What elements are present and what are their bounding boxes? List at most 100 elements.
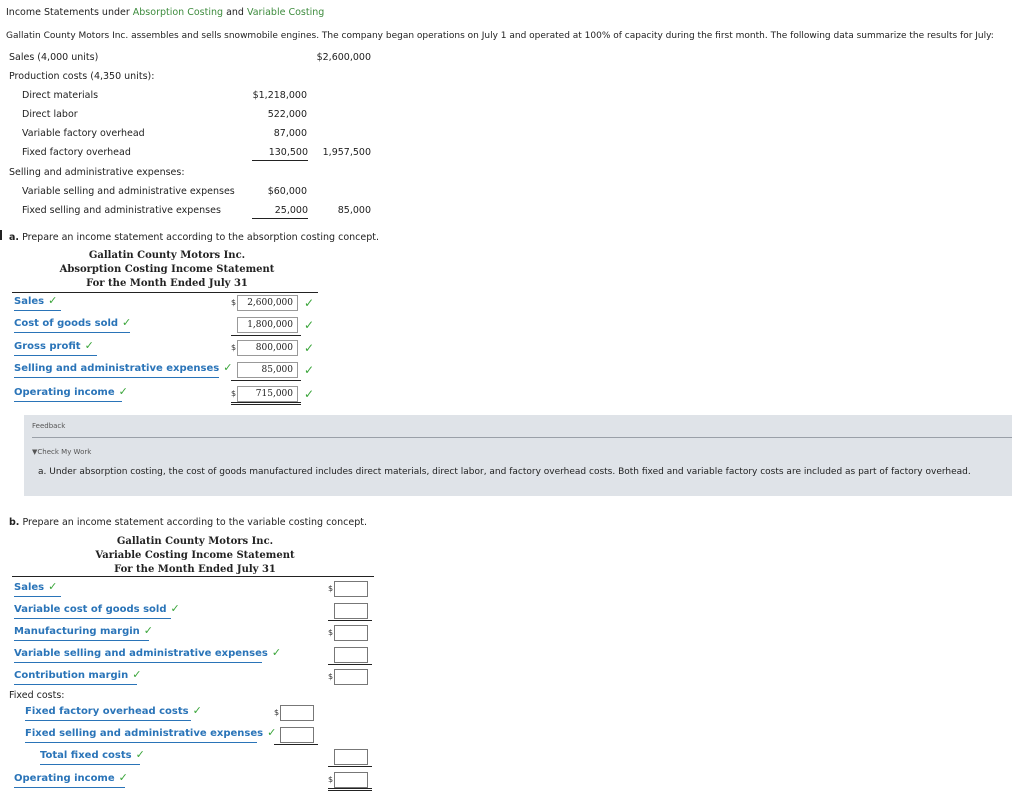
- part-a-instruction: a. Prepare an income statement according…: [9, 232, 379, 243]
- part-b-total-fixed-costs-select[interactable]: Total fixed costs ✓: [40, 747, 145, 765]
- feedback-text: a. Under absorption costing, the cost of…: [38, 467, 971, 477]
- variable-costing-link[interactable]: Variable Costing: [247, 7, 324, 18]
- part-b-manufacturing-margin-input[interactable]: [334, 625, 368, 641]
- given-vfo-value: 87,000: [273, 128, 307, 139]
- part-b-sales-label: Sales: [14, 582, 45, 593]
- part-b-contribution-margin-select[interactable]: Contribution margin ✓: [14, 667, 141, 685]
- part-a-selling-admin-expenses-label: Selling and administrative expenses: [14, 363, 220, 374]
- subtotal-rule: [328, 766, 372, 767]
- part-b-fixed-sga-select[interactable]: Fixed selling and administrative expense…: [25, 725, 276, 743]
- part-b-sales-input[interactable]: [334, 581, 368, 597]
- dollar-sign: $: [231, 389, 237, 398]
- part-b-operating-income-input[interactable]: [334, 772, 368, 788]
- subtotal-rule: [231, 335, 301, 336]
- part-a-statement-title: Absorption Costing Income Statement: [59, 264, 275, 275]
- given-ffo-label: Fixed factory overhead: [22, 147, 131, 158]
- part-b-fixed-sga-input[interactable]: [280, 727, 314, 743]
- given-production-total: 1,957,500: [322, 147, 371, 158]
- part-b-total-fixed-costs-label: Total fixed costs: [40, 750, 132, 761]
- part-b-header-rule: [12, 576, 374, 577]
- part-b-variable-cogs-input[interactable]: [334, 603, 368, 619]
- check-icon: ✓: [122, 316, 132, 329]
- part-b-variable-sga-input[interactable]: [334, 647, 368, 663]
- part-b-statement-title: Variable Costing Income Statement: [95, 550, 295, 561]
- check-my-work-toggle[interactable]: ▼Check My Work: [32, 448, 91, 456]
- given-sales-value: $2,600,000: [316, 52, 371, 63]
- part-a-sales-select[interactable]: Sales ✓: [14, 293, 61, 311]
- given-vsga-value: $60,000: [267, 186, 307, 197]
- check-icon: ✓: [170, 602, 180, 615]
- problem-intro: Gallatin County Motors Inc. assembles an…: [6, 31, 994, 41]
- check-icon: ✓: [118, 385, 128, 398]
- check-icon: ✓: [267, 726, 277, 739]
- part-a-gross-profit-label: Gross profit: [14, 341, 81, 352]
- check-icon: ✓: [132, 668, 142, 681]
- part-a-cost-of-goods-sold-select[interactable]: Cost of goods sold ✓: [14, 315, 132, 333]
- total-double-rule: [328, 788, 372, 791]
- part-b-manufacturing-margin-select[interactable]: Manufacturing margin ✓: [14, 623, 153, 641]
- given-dm-label: Direct materials: [22, 90, 99, 101]
- part-b-operating-income-label: Operating income: [14, 773, 115, 784]
- part-b-period: For the Month Ended July 31: [114, 564, 276, 575]
- check-icon: ✓: [304, 318, 315, 332]
- part-b-sales-select[interactable]: Sales ✓: [14, 579, 61, 597]
- given-sga-label: Selling and administrative expenses:: [9, 167, 185, 178]
- check-icon: ✓: [135, 748, 145, 761]
- dollar-sign: $: [231, 298, 237, 307]
- part-a-cost-of-goods-sold-input[interactable]: 1,800,000: [237, 317, 298, 333]
- check-icon: ✓: [48, 580, 58, 593]
- check-icon: ✓: [304, 387, 315, 401]
- dollar-sign: $: [328, 672, 334, 681]
- given-vsga-label: Variable selling and administrative expe…: [22, 186, 235, 197]
- dollar-sign: $: [231, 343, 237, 352]
- part-a-sales-label: Sales: [14, 296, 45, 307]
- part-a-operating-income-select[interactable]: Operating income ✓: [14, 384, 128, 402]
- part-b-fixed-factory-overhead-label: Fixed factory overhead costs: [25, 706, 189, 717]
- part-a-operating-income-input[interactable]: 715,000: [237, 386, 298, 402]
- given-sales-label: Sales (4,000 units): [9, 52, 99, 63]
- part-b-fixed-sga-label: Fixed selling and administrative expense…: [25, 728, 264, 739]
- dollar-sign: $: [328, 584, 334, 593]
- given-production-label: Production costs (4,350 units):: [9, 71, 155, 82]
- check-icon: ✓: [304, 296, 315, 310]
- given-vfo-label: Variable factory overhead: [22, 128, 145, 139]
- dollar-sign: $: [274, 708, 280, 717]
- part-b-contribution-margin-input[interactable]: [334, 669, 368, 685]
- check-icon: ✓: [143, 624, 154, 637]
- subtotal-rule: [328, 620, 372, 621]
- absorption-costing-link[interactable]: Absorption Costing: [133, 7, 223, 18]
- part-a-sales-input[interactable]: 2,600,000: [237, 295, 298, 311]
- part-a-selling-admin-expenses-input[interactable]: 85,000: [237, 362, 298, 378]
- given-dl-label: Direct labor: [22, 109, 78, 120]
- given-dl-value: 522,000: [267, 109, 307, 120]
- subtotal-rule: [328, 664, 372, 665]
- part-b-variable-sga-label: Variable selling and administrative expe…: [14, 648, 268, 659]
- part-b-variable-cogs-label: Variable cost of goods sold: [14, 604, 167, 615]
- part-b-company: Gallatin County Motors Inc.: [116, 536, 274, 547]
- part-b-fixed-factory-overhead-input[interactable]: [280, 705, 314, 721]
- dollar-sign: $: [328, 628, 334, 637]
- feedback-divider: [32, 437, 1012, 438]
- part-b-operating-income-select[interactable]: Operating income ✓: [14, 770, 128, 788]
- check-icon: ✓: [48, 294, 58, 307]
- part-b-total-fixed-costs-input[interactable]: [334, 749, 368, 765]
- dollar-sign: $: [328, 775, 334, 784]
- part-b-fixed-factory-overhead-select[interactable]: Fixed factory overhead costs ✓: [25, 703, 202, 721]
- given-ffo-value: 130,500: [252, 147, 308, 161]
- check-icon: ✓: [304, 363, 315, 377]
- part-a-company: Gallatin County Motors Inc.: [88, 250, 246, 261]
- given-fsga-label: Fixed selling and administrative expense…: [22, 205, 221, 216]
- left-marker: [0, 230, 2, 240]
- part-a-period: For the Month Ended July 31: [86, 278, 248, 289]
- check-icon: ✓: [118, 771, 128, 784]
- check-icon: ✓: [271, 646, 282, 659]
- feedback-label: Feedback: [32, 422, 66, 430]
- part-a-gross-profit-input[interactable]: 800,000: [237, 340, 298, 356]
- part-a-selling-admin-expenses-select[interactable]: Selling and administrative expenses ✓: [14, 360, 232, 378]
- part-b-manufacturing-margin-label: Manufacturing margin: [14, 626, 140, 637]
- feedback-panel: Feedback ▼Check My Work a. Under absorpt…: [24, 415, 1012, 496]
- part-b-variable-sga-select[interactable]: Variable selling and administrative expe…: [14, 645, 281, 663]
- part-b-variable-cogs-select[interactable]: Variable cost of goods sold ✓: [14, 601, 180, 619]
- part-a-gross-profit-select[interactable]: Gross profit ✓: [14, 338, 97, 356]
- fixed-costs-label: Fixed costs:: [9, 690, 65, 701]
